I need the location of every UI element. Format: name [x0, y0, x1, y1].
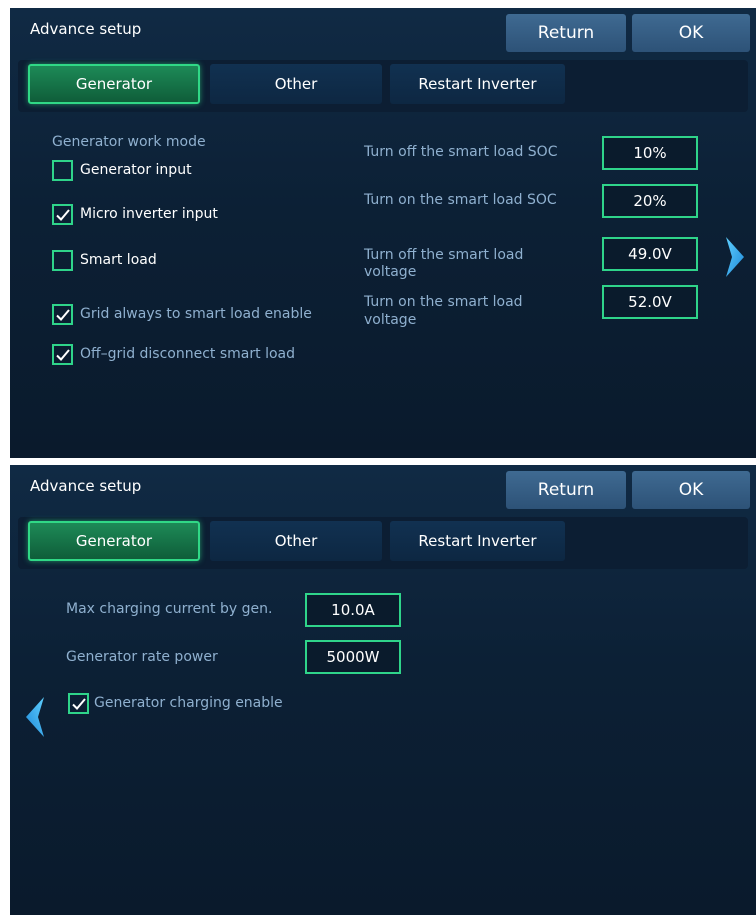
advance-setup-screen-2: Advance setup Return OK Generator Other … — [10, 465, 756, 915]
max-charging-current-input[interactable]: 10.0A — [305, 593, 401, 627]
grid-always-to-smart-load-label: Grid always to smart load enable — [80, 306, 312, 322]
tab-restart-inverter[interactable]: Restart Inverter — [390, 521, 565, 561]
return-button[interactable]: Return — [506, 14, 626, 52]
generator-charging-enable-label: Generator charging enable — [94, 695, 283, 711]
turn-off-smart-load-soc-label: Turn off the smart load SOC — [364, 144, 558, 160]
turn-off-smart-load-voltage-input[interactable]: 49.0V — [602, 237, 698, 271]
turn-on-smart-load-voltage-label-line1: Turn on the smart load — [364, 294, 523, 310]
turn-off-smart-load-soc-input[interactable]: 10% — [602, 136, 698, 170]
turn-on-smart-load-voltage-label-line2: voltage — [364, 312, 417, 328]
checkmark-icon — [55, 348, 70, 361]
turn-on-smart-load-soc-label: Turn on the smart load SOC — [364, 192, 557, 208]
section-title-generator-work-mode: Generator work mode — [52, 134, 206, 150]
max-charging-current-label: Max charging current by gen. — [66, 601, 273, 617]
generator-input-checkbox[interactable] — [52, 160, 73, 181]
micro-inverter-input-label: Micro inverter input — [80, 206, 218, 222]
window-title: Advance setup — [30, 477, 142, 495]
window-title: Advance setup — [30, 20, 142, 38]
generator-input-label: Generator input — [80, 162, 192, 178]
tab-generator[interactable]: Generator — [28, 521, 200, 561]
ok-button[interactable]: OK — [632, 471, 750, 509]
generator-rate-power-label: Generator rate power — [66, 649, 218, 665]
micro-inverter-input-checkbox[interactable] — [52, 204, 73, 225]
tab-bar: Generator Other Restart Inverter — [18, 60, 748, 112]
return-button[interactable]: Return — [506, 471, 626, 509]
turn-off-smart-load-voltage-label-line2: voltage — [364, 264, 417, 280]
off-grid-disconnect-smart-load-label: Off–grid disconnect smart load — [80, 346, 295, 362]
chevron-right-icon[interactable] — [724, 235, 746, 279]
chevron-left-icon[interactable] — [24, 695, 46, 739]
tab-generator[interactable]: Generator — [28, 64, 200, 104]
advance-setup-screen-1: Advance setup Return OK Generator Other … — [10, 8, 756, 458]
tab-other[interactable]: Other — [210, 521, 382, 561]
checkmark-icon — [55, 308, 70, 321]
off-grid-disconnect-smart-load-checkbox[interactable] — [52, 344, 73, 365]
turn-on-smart-load-voltage-input[interactable]: 52.0V — [602, 285, 698, 319]
generator-charging-enable-checkbox[interactable] — [68, 693, 89, 714]
turn-off-smart-load-voltage-label-line1: Turn off the smart load — [364, 247, 524, 263]
tab-other[interactable]: Other — [210, 64, 382, 104]
smart-load-label: Smart load — [80, 252, 157, 268]
tab-bar: Generator Other Restart Inverter — [18, 517, 748, 569]
ok-button[interactable]: OK — [632, 14, 750, 52]
grid-always-to-smart-load-checkbox[interactable] — [52, 304, 73, 325]
tab-restart-inverter[interactable]: Restart Inverter — [390, 64, 565, 104]
turn-on-smart-load-soc-input[interactable]: 20% — [602, 184, 698, 218]
checkmark-icon — [71, 697, 86, 710]
checkmark-icon — [55, 208, 70, 221]
generator-rate-power-input[interactable]: 5000W — [305, 640, 401, 674]
smart-load-checkbox[interactable] — [52, 250, 73, 271]
